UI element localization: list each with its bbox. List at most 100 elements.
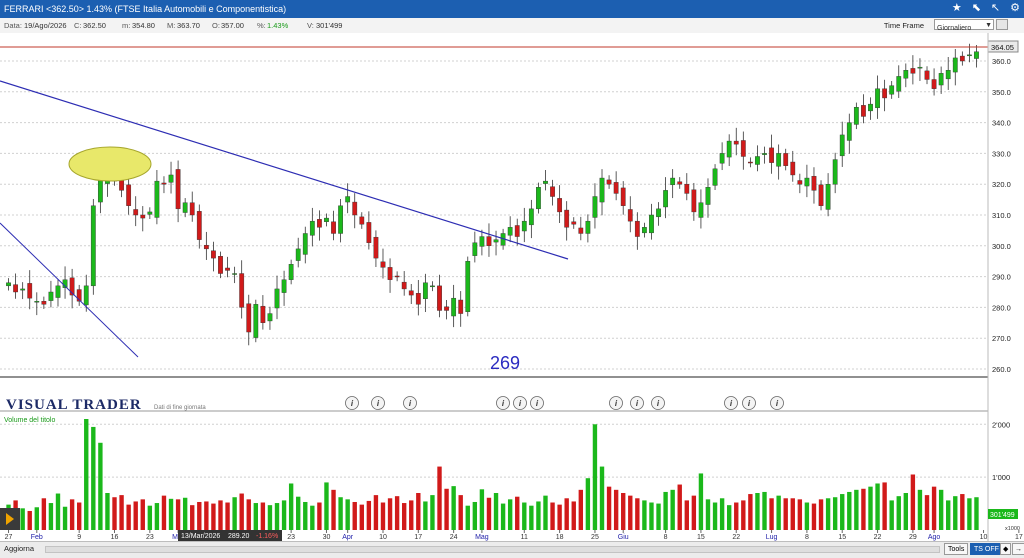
volume-bar [359, 504, 364, 530]
date-tick-label: 9 [77, 534, 81, 541]
candle-body [34, 301, 40, 303]
candle-body [938, 73, 944, 86]
volume-bar [578, 489, 584, 530]
price-tick-label: 290.0 [992, 273, 1011, 282]
candle-body [189, 202, 195, 216]
candle-body [415, 293, 421, 305]
timeframe-options-button[interactable] [996, 19, 1008, 30]
arrow-right-icon[interactable]: → [1012, 543, 1024, 555]
candle-body [430, 285, 435, 288]
date-tick-label: 22 [874, 534, 882, 541]
candle-body [295, 248, 301, 261]
candle-body [528, 208, 534, 226]
volume-bar [204, 501, 209, 530]
volume-bar [960, 494, 965, 530]
candle-body [762, 153, 767, 155]
candle-body [875, 88, 880, 109]
date-tick-label: 17 [1015, 534, 1023, 541]
candle-body [302, 233, 308, 255]
diamond-icon[interactable]: ◆ [1000, 543, 1012, 555]
volume-bar [211, 503, 216, 530]
volume-bar [34, 507, 39, 530]
volume-bar [522, 502, 527, 530]
volume-bar [536, 501, 541, 530]
pct-value: 1.43% [267, 21, 289, 30]
candle-body [705, 187, 711, 205]
volume-bar [719, 498, 725, 530]
date-tick-label: 15 [838, 534, 846, 541]
price-tick-label: 340.0 [992, 119, 1011, 128]
candle-body [13, 284, 18, 293]
candle-body [733, 140, 739, 145]
volume-bar [20, 508, 25, 530]
candle-body [422, 282, 428, 299]
volume-bar [677, 484, 682, 530]
volume-bar [938, 489, 944, 530]
volume-bar [161, 495, 167, 530]
date-tick-label: 27 [5, 534, 13, 541]
candle-body [543, 180, 548, 184]
update-button[interactable]: Aggiorna [4, 544, 34, 553]
gear-icon[interactable]: ⚙ [1010, 1, 1020, 14]
candle-body [755, 156, 760, 165]
date-tick-label: 16 [111, 534, 119, 541]
candle-body [656, 208, 661, 218]
volume-value: 301'499 [316, 21, 343, 30]
candle-body [55, 285, 61, 298]
volume-bar [62, 506, 68, 530]
candle-body [175, 169, 181, 210]
close-value: 362.50 [83, 21, 106, 30]
price-tick-label: 270.0 [992, 334, 1011, 343]
candle-body [154, 180, 160, 218]
min-label: m: [122, 21, 131, 30]
candle-body [345, 196, 351, 203]
candle-body [564, 209, 570, 228]
date-tick-label: Feb [31, 534, 43, 541]
timeframe-select[interactable]: Giornaliero ▼ [934, 19, 994, 32]
volume-bar [119, 495, 124, 530]
volume-bar [154, 503, 160, 530]
candle-body [740, 140, 746, 157]
candle-body [373, 236, 379, 259]
crosshair-readout-price: 289.20 [228, 533, 250, 540]
volume-bar [274, 503, 280, 530]
candle-body [218, 256, 223, 274]
star-icon[interactable]: ★ [952, 1, 962, 14]
volume-bar [373, 495, 379, 530]
volume-bar [76, 502, 82, 530]
candle-body [974, 51, 979, 59]
candle-body [931, 79, 937, 89]
low-annotation: 269 [490, 353, 520, 373]
volume-bar [663, 491, 668, 530]
candle-body [550, 186, 555, 197]
candle-body [910, 68, 916, 74]
candle-body [776, 153, 782, 167]
volume-bar [924, 495, 930, 530]
volume-bar [239, 493, 244, 530]
min-value: 354.80 [132, 21, 155, 30]
timeline-scrollbar[interactable] [45, 546, 940, 553]
date-tick-label: 11 [521, 534, 528, 541]
volume-bar [903, 493, 909, 530]
date-tick-label: 8 [805, 534, 809, 541]
volume-bar [303, 501, 308, 530]
tools-button[interactable]: Tools [944, 543, 969, 555]
timeframe-label: Time Frame [883, 21, 924, 30]
volume-bar [317, 502, 322, 530]
price-chart[interactable]: 364.05 269 VISUAL TRADER Dati di fine gi… [0, 33, 1024, 541]
price-tick-label: 320.0 [992, 180, 1011, 189]
candle-body [147, 211, 153, 215]
arrow-icon[interactable]: ⬉ [972, 1, 981, 14]
candle-body [698, 202, 704, 218]
volume-bar [811, 503, 817, 530]
volume-bar [550, 502, 555, 530]
volume-bar [41, 498, 47, 530]
ts-off-button[interactable]: TS OFF [970, 543, 1003, 555]
volume-bar [917, 489, 923, 530]
candle-body [6, 282, 11, 287]
cursor-icon[interactable]: ↖ [991, 1, 1000, 14]
candle-body [684, 183, 690, 194]
volume-bar [105, 493, 110, 530]
volume-bar [98, 442, 103, 530]
volume-bar [182, 497, 188, 530]
